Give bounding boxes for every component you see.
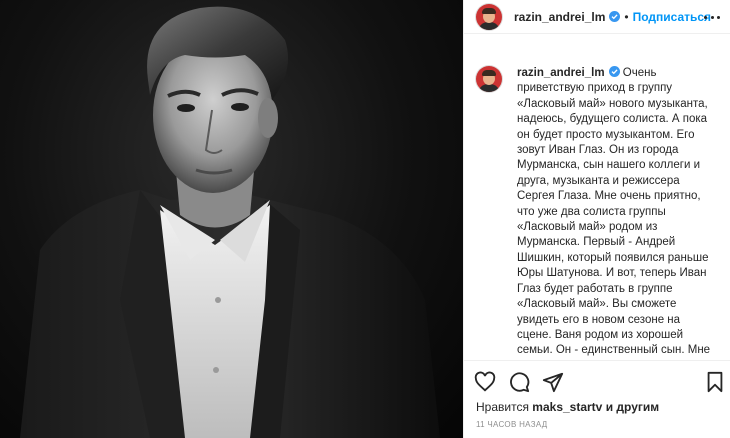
likes-others-link[interactable]: и другим [606, 400, 659, 414]
likes-user-link[interactable]: maks_startv [532, 400, 602, 414]
bookmark-icon[interactable] [704, 371, 726, 393]
post-timestamp[interactable]: 11 часов назад [476, 420, 547, 429]
header-separator: • [624, 9, 629, 24]
caption-text: Очень приветствую приход в группу «Ласко… [517, 67, 711, 360]
more-options-icon[interactable] [704, 10, 720, 24]
portrait-image [20, 6, 440, 438]
author-username[interactable]: razin_andrei_lm [514, 10, 605, 24]
likes-prefix: Нравится [476, 400, 529, 414]
post-header: razin_andrei_lm • Подписаться [464, 0, 730, 34]
caption-author-avatar[interactable] [476, 66, 502, 92]
share-icon[interactable] [542, 371, 564, 393]
post-actions-bar [464, 360, 730, 402]
caption-username[interactable]: razin_andrei_lm [517, 67, 605, 79]
author-avatar[interactable] [476, 3, 502, 30]
verified-badge-icon [608, 66, 620, 77]
comment-icon[interactable] [508, 371, 530, 393]
follow-button[interactable]: Подписаться [633, 10, 711, 24]
post-photo[interactable] [0, 0, 463, 438]
heart-icon[interactable] [474, 371, 496, 393]
post-side-panel: razin_andrei_lm • Подписаться razin_andr… [463, 0, 730, 438]
comments-area[interactable]: razin_andrei_lm Очень приветствую приход… [464, 54, 730, 360]
verified-badge-icon [609, 11, 621, 22]
post-caption: razin_andrei_lm Очень приветствую приход… [517, 66, 717, 360]
likes-summary: Нравится maks_startv и другим [476, 400, 659, 414]
